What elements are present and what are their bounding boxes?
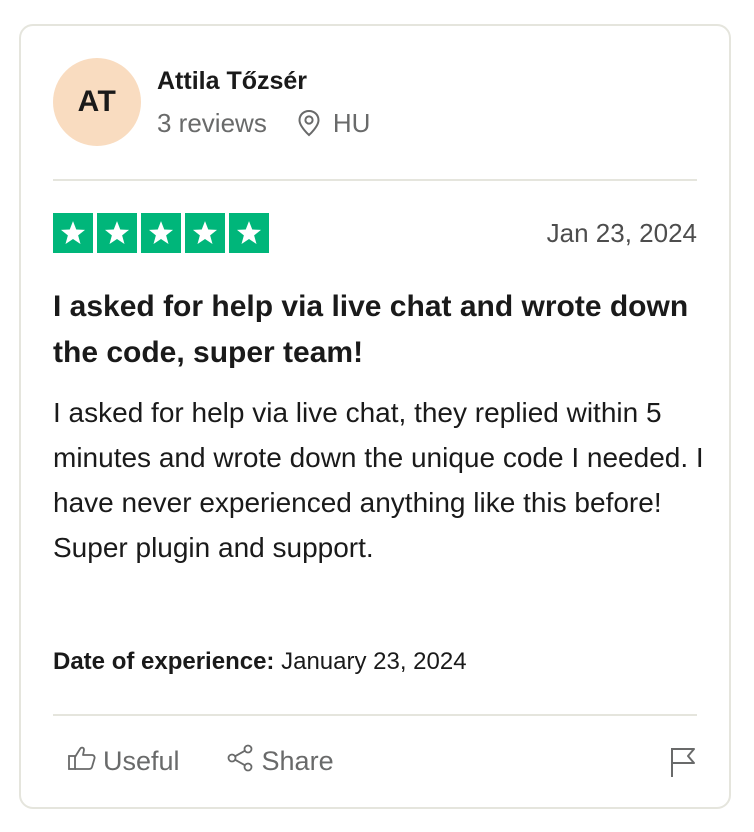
review-actions: Useful Share [67, 744, 334, 779]
reviewer-header: AT Attila Tőzsér 3 reviews HU [53, 58, 370, 146]
review-card: AT Attila Tőzsér 3 reviews HU Jan 23, 20… [19, 24, 731, 809]
reviewer-name[interactable]: Attila Tőzsér [157, 66, 370, 96]
star-icon [185, 213, 225, 253]
review-body: I asked for help via live chat, they rep… [53, 397, 704, 563]
review-date: Jan 23, 2024 [546, 218, 697, 248]
avatar-initials: AT [77, 85, 117, 118]
location-pin-icon [297, 109, 321, 137]
share-icon [226, 744, 262, 779]
avatar[interactable]: AT [53, 58, 141, 146]
star-icon [53, 213, 93, 253]
reviewer-meta: 3 reviews HU [157, 108, 370, 139]
star-icon [229, 213, 269, 253]
reviewer-country: HU [332, 107, 371, 138]
report-flag-button[interactable] [669, 746, 697, 783]
divider [53, 179, 697, 181]
reviews-count: 3 reviews [157, 107, 267, 138]
useful-button[interactable]: Useful [67, 744, 180, 779]
star-icon [141, 213, 181, 253]
flag-icon [669, 748, 697, 782]
date-of-experience: Date of experience: January 23, 2024 [53, 648, 467, 676]
useful-label: Useful [103, 746, 180, 776]
star-icon [97, 213, 137, 253]
divider [53, 714, 697, 716]
review-title[interactable]: I asked for help via live chat and wrote… [53, 284, 703, 376]
experience-label: Date of experience: [53, 648, 275, 675]
star-rating [53, 213, 269, 253]
thumbs-up-icon [67, 744, 103, 779]
experience-date: January 23, 2024 [281, 648, 467, 675]
share-label: Share [261, 746, 334, 776]
reviewer-info: Attila Tőzsér 3 reviews HU [157, 66, 370, 139]
share-button[interactable]: Share [226, 744, 334, 779]
